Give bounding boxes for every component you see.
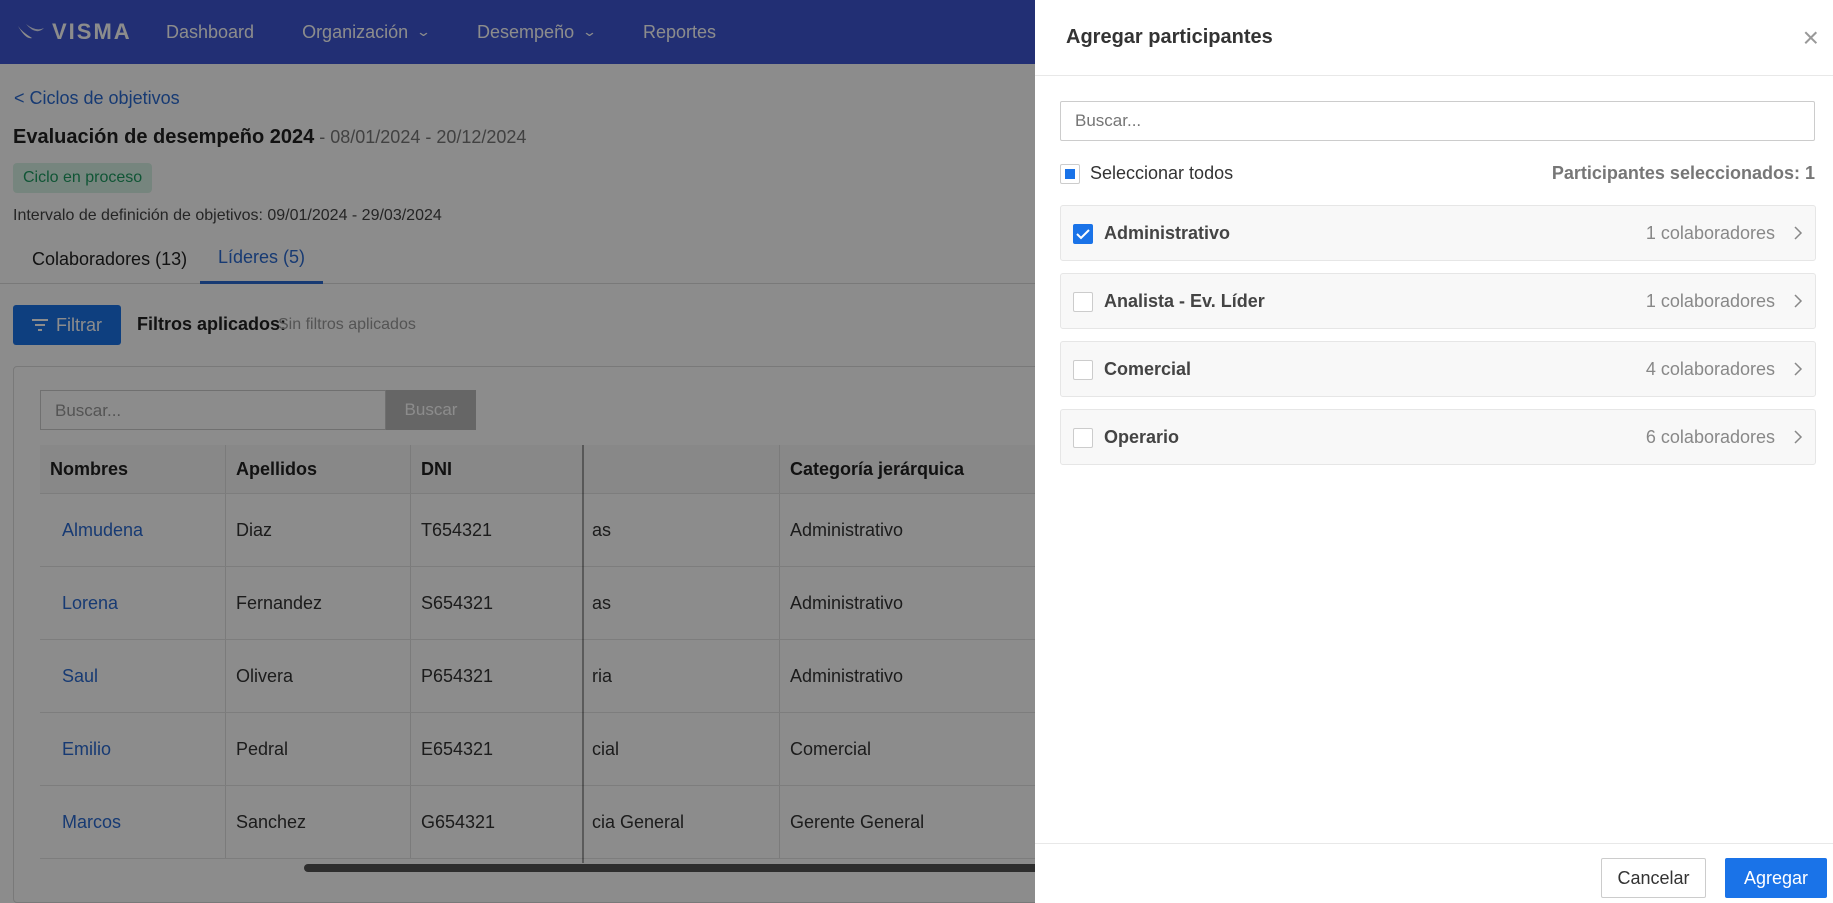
drawer-footer: Cancelar Agregar [1035,843,1833,903]
drawer-header: Agregar participantes × [1035,0,1833,76]
group-count: 1 colaboradores [1645,223,1775,243]
chevron-right-icon[interactable] [1793,293,1803,314]
close-icon[interactable]: × [1803,24,1819,52]
group-checkbox[interactable] [1073,224,1093,244]
select-all[interactable]: Seleccionar todos [1060,163,1233,184]
chevron-right-icon[interactable] [1793,225,1803,246]
group-count: 6 colaboradores [1645,427,1775,447]
check-icon [1076,229,1090,240]
chevron-right-icon[interactable] [1793,429,1803,450]
group-name: Analista - Ev. Líder [1104,291,1265,311]
group-name: Administrativo [1104,223,1231,243]
select-all-checkbox[interactable] [1060,163,1080,184]
select-all-label: Seleccionar todos [1090,163,1234,183]
cancel-button[interactable]: Cancelar [1601,858,1706,898]
add-participants-drawer: Agregar participantes × Seleccionar todo… [1035,0,1833,903]
group-name: Comercial [1104,359,1192,379]
selected-participants-count: Participantes seleccionados: 1 [1551,163,1815,183]
group-analista[interactable]: Analista - Ev. Líder 1 colaboradores [1060,273,1816,329]
drawer-title: Agregar participantes [1066,26,1273,48]
chevron-right-icon[interactable] [1793,361,1803,382]
group-name: Operario [1104,427,1180,447]
participants-search-input[interactable] [1060,101,1815,141]
group-checkbox[interactable] [1073,360,1093,380]
group-count: 4 colaboradores [1645,359,1775,379]
group-administrativo[interactable]: Administrativo 1 colaboradores [1060,205,1816,261]
group-checkbox[interactable] [1073,428,1093,448]
group-checkbox[interactable] [1073,292,1093,312]
group-comercial[interactable]: Comercial 4 colaboradores [1060,341,1816,397]
add-button[interactable]: Agregar [1725,858,1827,898]
group-operario[interactable]: Operario 6 colaboradores [1060,409,1816,465]
group-count: 1 colaboradores [1645,291,1775,311]
